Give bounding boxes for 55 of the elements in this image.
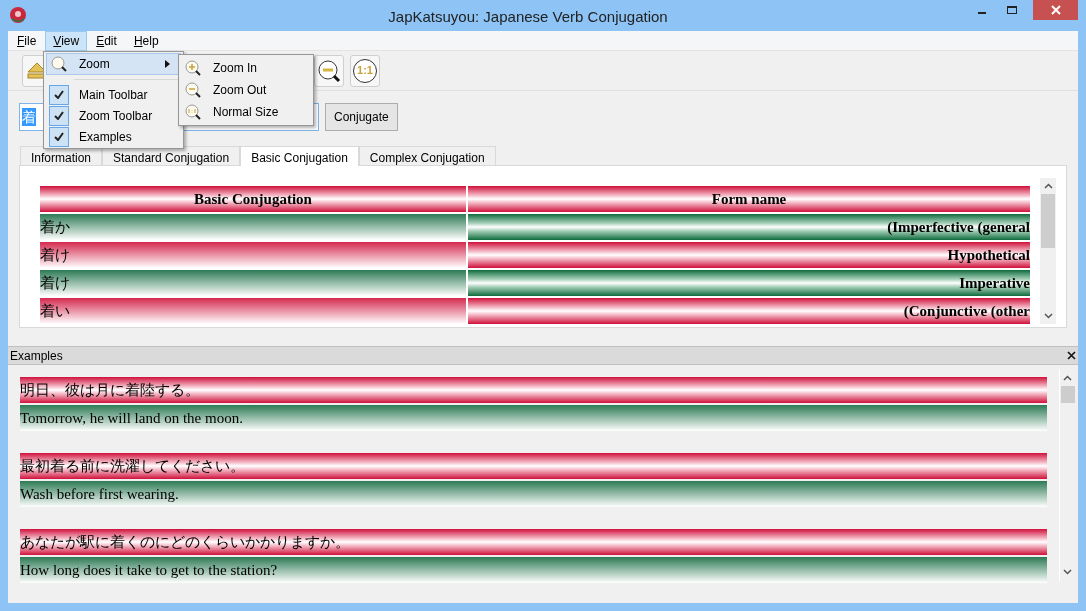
maximize-icon <box>1007 6 1017 14</box>
scroll-down-icon <box>1043 313 1053 319</box>
scroll-down-icon <box>1063 569 1072 575</box>
table-cell: 着け <box>40 270 466 296</box>
menu-entry[interactable]: Main Toolbar <box>46 84 181 105</box>
menu-item[interactable]: View <box>45 30 88 51</box>
menu-entry[interactable]: Examples <box>46 126 181 147</box>
scrollbar-thumb[interactable] <box>1060 386 1075 403</box>
table-cell: (Imperfective (general <box>468 214 1030 240</box>
menu-entry[interactable]: Zoom Toolbar <box>46 105 181 126</box>
scroll-up-icon <box>1043 183 1053 189</box>
close-icon[interactable] <box>1067 351 1076 360</box>
close-button[interactable] <box>1033 0 1078 20</box>
column-header: Basic Conjugation <box>40 186 466 212</box>
conjugate-button[interactable]: Conjugate <box>325 103 398 131</box>
checkmark-icon <box>54 90 64 99</box>
magnifier-icon <box>184 103 202 121</box>
japanese-sentence: 明日、彼は月に着陸する。 <box>20 377 1047 403</box>
menu-item[interactable]: Edit <box>88 30 125 51</box>
tab[interactable]: Complex Conjugation <box>358 146 496 165</box>
scrollbar-thumb[interactable] <box>1041 194 1055 248</box>
checkmark-icon <box>54 111 64 120</box>
menu-item[interactable]: Help <box>125 30 167 51</box>
close-icon <box>1050 5 1061 15</box>
window-title: JapKatsuyou: Japanese Verb Conjugation <box>387 7 669 27</box>
column-header: Form name <box>468 186 1030 212</box>
menu-entry[interactable]: Zoom <box>46 53 181 75</box>
table-cell: 着け <box>40 242 466 268</box>
menu-entry[interactable]: Zoom In <box>181 57 311 79</box>
scrollbar[interactable] <box>1040 178 1056 324</box>
app-logo-icon <box>9 6 27 24</box>
checkmark-icon <box>54 132 64 141</box>
japanese-sentence: あなたが駅に着くのにどのくらいかかりますか。 <box>20 529 1047 555</box>
table-cell: Hypothetical <box>468 242 1030 268</box>
table-cell: 着か <box>40 214 466 240</box>
english-sentence: Wash before first wearing. <box>20 481 1047 507</box>
magnifier-icon <box>50 55 68 73</box>
english-sentence: How long does it take to get to the station? <box>20 557 1047 583</box>
menu-entry[interactable]: Zoom Out <box>181 79 311 101</box>
tab[interactable]: Basic Conjugation <box>240 146 359 166</box>
zoom-in-icon <box>184 59 202 77</box>
zoom-out-button[interactable] <box>314 54 344 87</box>
minimize-icon <box>978 12 986 14</box>
menu-item[interactable]: File <box>9 30 45 51</box>
dock-title: Examples <box>10 347 64 365</box>
zoom-out-icon <box>184 81 202 99</box>
submenu-arrow-icon <box>165 60 170 68</box>
scroll-up-icon <box>1063 375 1072 381</box>
table-cell: Imperative <box>468 270 1030 296</box>
english-sentence: Tomorrow, he will land on the moon. <box>20 405 1047 431</box>
zoom-out-icon <box>316 57 342 84</box>
table-cell: 着い <box>40 298 466 324</box>
table-cell: (Conjunctive (other <box>468 298 1030 324</box>
japanese-sentence: 最初着る前に洗濯してください。 <box>20 453 1047 479</box>
menu-entry[interactable]: Normal Size <box>181 101 311 123</box>
